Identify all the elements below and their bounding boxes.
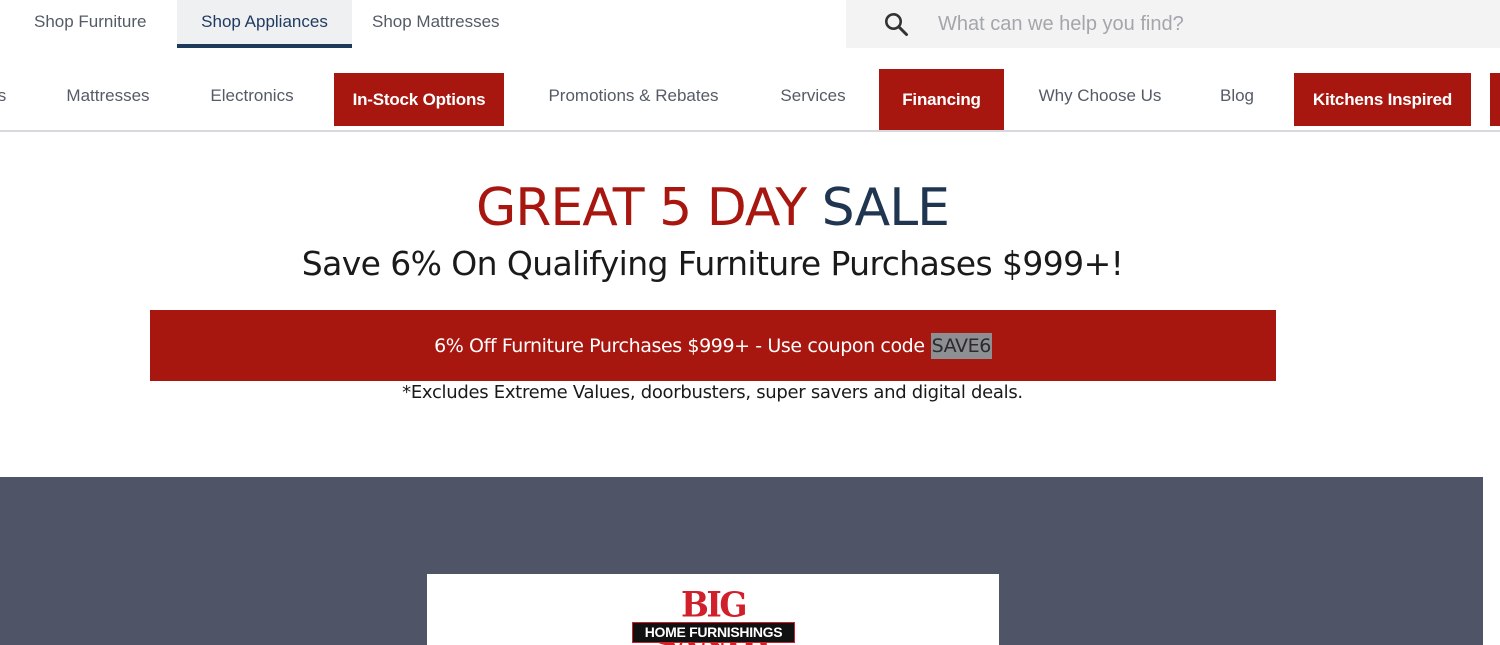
sale-title-highlight: GREAT 5 DAY: [475, 178, 807, 238]
nav-item-overflow[interactable]: [1490, 73, 1500, 126]
sale-title: GREAT 5 DAY SALE: [0, 176, 1425, 240]
sale-title-word: SALE: [821, 178, 950, 238]
coupon-text: 6% Off Furniture Purchases $999+ - Use c…: [434, 334, 925, 357]
nav-item-blog[interactable]: Blog: [1203, 62, 1271, 130]
sale-subtitle: Save 6% On Qualifying Furniture Purchase…: [301, 244, 1124, 283]
nav-item-partial[interactable]: s: [0, 62, 10, 130]
nav-item-financing[interactable]: Financing: [879, 69, 1004, 130]
nav-item-services[interactable]: Services: [762, 62, 864, 130]
coupon-banner[interactable]: 6% Off Furniture Purchases $999+ - Use c…: [150, 310, 1276, 381]
logo-tagline: HOME FURNISHINGS: [632, 622, 795, 643]
nav-item-promotions-rebates[interactable]: Promotions & Rebates: [523, 62, 744, 130]
logo-card: BIG SANDY HOME FURNISHINGS: [427, 574, 999, 645]
tab-shop-mattresses[interactable]: Shop Mattresses: [352, 0, 520, 48]
search-icon[interactable]: [882, 10, 910, 38]
main-nav: s Mattresses Electronics In-Stock Option…: [0, 62, 1500, 132]
tab-shop-furniture[interactable]: Shop Furniture: [0, 0, 177, 48]
nav-item-in-stock-options[interactable]: In-Stock Options: [334, 73, 504, 126]
exclusions-note: *Excludes Extreme Values, doorbusters, s…: [402, 382, 1023, 403]
search-input[interactable]: [936, 11, 1440, 37]
coupon-code[interactable]: SAVE6: [930, 332, 992, 359]
page: Shop Furniture Shop Appliances Shop Matt…: [0, 0, 1500, 645]
search-bar: [846, 0, 1500, 48]
dark-section: BIG SANDY HOME FURNISHINGS: [0, 477, 1483, 645]
nav-item-why-choose-us[interactable]: Why Choose Us: [1018, 62, 1182, 130]
nav-item-kitchens-inspired[interactable]: Kitchens Inspired: [1294, 73, 1471, 126]
brand-logo[interactable]: BIG SANDY HOME FURNISHINGS: [631, 586, 795, 645]
store-tabs: Shop Furniture Shop Appliances Shop Matt…: [0, 0, 520, 48]
nav-item-electronics[interactable]: Electronics: [189, 62, 315, 130]
nav-item-mattresses[interactable]: Mattresses: [44, 62, 172, 130]
tab-shop-appliances[interactable]: Shop Appliances: [177, 0, 352, 48]
